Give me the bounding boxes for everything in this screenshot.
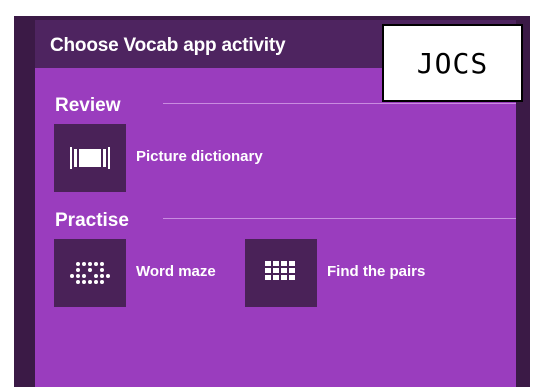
panel-title: Choose Vocab app activity [50,35,286,56]
section-divider-review [163,103,516,104]
word-maze-button[interactable] [54,239,126,307]
find-the-pairs-button[interactable] [245,239,317,307]
picture-dictionary-button[interactable] [54,124,126,192]
section-title-practise: Practise [55,210,129,231]
section-title-review: Review [55,95,121,116]
section-divider-practise [163,218,516,219]
jocs-label-box: JOCS [382,24,523,102]
activity-label-picture-dictionary[interactable]: Picture dictionary [136,148,263,165]
activity-label-find-the-pairs[interactable]: Find the pairs [327,263,425,280]
jocs-label-text: JOCS [416,46,489,80]
word-maze-icon [70,262,110,284]
activity-label-word-maze[interactable]: Word maze [136,263,216,280]
find-the-pairs-icon [265,261,295,280]
picture-dictionary-icon [70,147,110,169]
